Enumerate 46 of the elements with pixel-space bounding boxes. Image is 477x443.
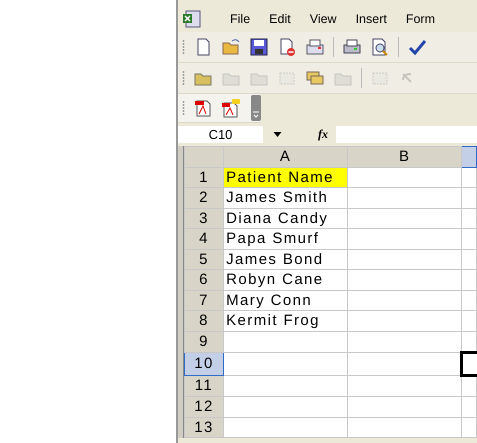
- table-cell[interactable]: James Bond: [224, 249, 348, 270]
- row-header[interactable]: 2: [184, 188, 224, 208]
- row-header[interactable]: 11: [184, 375, 224, 396]
- row-header[interactable]: 13: [184, 417, 224, 438]
- row-header[interactable]: 9: [184, 331, 224, 352]
- name-box[interactable]: C10: [178, 126, 263, 142]
- row-header[interactable]: 12: [184, 396, 224, 417]
- grip-icon[interactable]: [182, 70, 185, 86]
- table-cell[interactable]: Papa Smurf: [224, 228, 348, 249]
- pdf-comment-icon[interactable]: [221, 98, 241, 118]
- row-header[interactable]: 6: [184, 270, 224, 290]
- function-label[interactable]: fx: [318, 126, 336, 142]
- spreadsheet-icon: [182, 10, 202, 28]
- row-header[interactable]: 1: [184, 167, 224, 188]
- row-header[interactable]: 7: [184, 290, 224, 310]
- column-header[interactable]: B: [347, 146, 462, 167]
- toolbar-options-icon[interactable]: [251, 95, 261, 121]
- magnifier-icon[interactable]: [370, 37, 390, 57]
- table-cell[interactable]: Kermit Frog: [224, 310, 348, 331]
- row-header[interactable]: 5: [184, 249, 224, 270]
- row-header[interactable]: 8: [184, 310, 224, 331]
- dropdown-arrow-icon[interactable]: [273, 132, 282, 136]
- column-header[interactable]: A: [224, 146, 348, 167]
- menu-item[interactable]: File: [230, 12, 250, 26]
- email-icon[interactable]: [305, 37, 325, 57]
- grip-icon[interactable]: [182, 100, 185, 116]
- table-cell[interactable]: Diana Candy: [224, 208, 348, 228]
- table-cell[interactable]: Robyn Cane: [224, 270, 348, 290]
- select-all-corner[interactable]: [184, 146, 224, 167]
- menu-item[interactable]: Form: [406, 12, 436, 26]
- pdf-icon[interactable]: [193, 98, 213, 118]
- table-cell[interactable]: [462, 352, 476, 375]
- row-header[interactable]: 4: [184, 228, 224, 249]
- menu-item[interactable]: Insert: [356, 12, 387, 26]
- table-cell[interactable]: Mary Conn: [224, 290, 348, 310]
- menu-item[interactable]: Edit: [269, 12, 291, 26]
- grip-icon[interactable]: [182, 39, 185, 55]
- menu-item[interactable]: View: [310, 12, 337, 26]
- row-header[interactable]: 3: [184, 208, 224, 228]
- table-cell[interactable]: James Smith: [224, 188, 348, 208]
- spelling-check-icon[interactable]: [407, 37, 427, 57]
- row-header[interactable]: 10: [184, 352, 224, 375]
- formula-field[interactable]: [336, 126, 477, 142]
- column-header[interactable]: [462, 146, 476, 167]
- table-cell[interactable]: Patient Name: [224, 167, 348, 188]
- open-folder-icon[interactable]: [221, 37, 241, 57]
